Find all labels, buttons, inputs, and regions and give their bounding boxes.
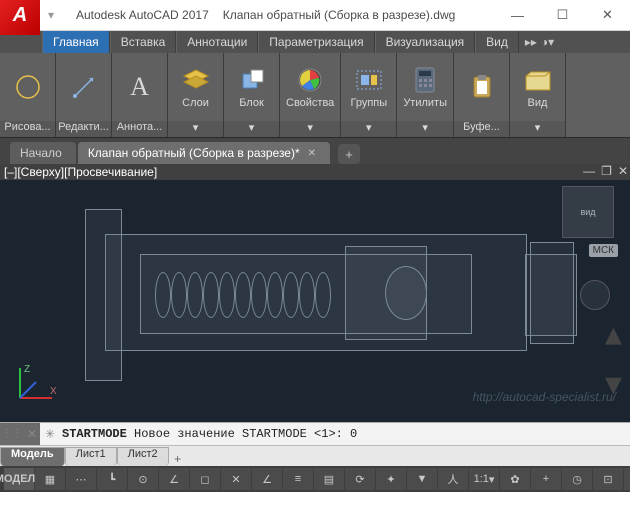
cmd-drag-handle-icon[interactable]: ⋮⋮ bbox=[0, 423, 24, 445]
cmd-close-icon[interactable]: ✕ bbox=[24, 423, 40, 445]
minimize-button[interactable]: — bbox=[495, 1, 540, 30]
command-line[interactable]: ⋮⋮ ✕ ✳ STARTMODE Новое значение STARTMOD… bbox=[0, 422, 630, 445]
text-button[interactable]: A bbox=[121, 70, 159, 104]
panel-block: Блок ▾ bbox=[224, 53, 280, 137]
status-qp-icon[interactable]: ▭ bbox=[624, 468, 630, 490]
maximize-button[interactable]: ☐ bbox=[540, 1, 585, 30]
tab-home[interactable]: Главная bbox=[42, 31, 110, 53]
status-ws-icon[interactable]: + bbox=[531, 468, 561, 490]
vp-minimize-icon[interactable]: — bbox=[583, 164, 595, 178]
file-tab-drawing[interactable]: Клапан обратный (Сборка в разрезе)*✕ bbox=[78, 142, 330, 164]
modify-button[interactable] bbox=[65, 70, 103, 104]
panel-layers: Слои ▾ bbox=[168, 53, 224, 137]
block-button[interactable]: Блок bbox=[233, 63, 271, 111]
status-otrack-icon[interactable]: ∠ bbox=[252, 468, 282, 490]
status-polar-icon[interactable]: ⊙ bbox=[128, 468, 158, 490]
layout-tab-sheet1[interactable]: Лист1 bbox=[65, 447, 117, 466]
panel-draw: Рисова... bbox=[0, 53, 56, 137]
status-annomon-icon[interactable]: ◷ bbox=[562, 468, 592, 490]
ribbon-tabs: Главная Вставка Аннотации Параметризация… bbox=[0, 31, 630, 53]
watermark: http://autocad-specialist.ru/ bbox=[473, 390, 616, 404]
status-filter-icon[interactable]: ▼ bbox=[407, 468, 437, 490]
utilities-button[interactable]: Утилиты bbox=[399, 63, 451, 111]
view-button[interactable]: Вид bbox=[519, 63, 557, 111]
layout-tab-sheet2[interactable]: Лист2 bbox=[117, 447, 169, 466]
status-annoscale-icon[interactable]: 人 bbox=[438, 468, 468, 490]
cmd-prompt-icon: ✳ bbox=[40, 427, 60, 442]
tab-visualize[interactable]: Визуализация bbox=[375, 31, 476, 53]
app-logo[interactable]: A bbox=[0, 0, 40, 35]
tab-parametric[interactable]: Параметризация bbox=[258, 31, 374, 53]
qat-dropdown-icon[interactable]: ▾ bbox=[48, 8, 62, 22]
svg-text:Z: Z bbox=[24, 364, 30, 375]
panel-groups: Группы ▾ bbox=[341, 53, 397, 137]
file-tabs: Начало Клапан обратный (Сборка в разрезе… bbox=[0, 138, 630, 164]
ucs-icon[interactable]: X Z bbox=[10, 362, 56, 408]
status-scale-button[interactable]: 1:1 ▾ bbox=[469, 468, 499, 490]
tab-view[interactable]: Вид bbox=[475, 31, 519, 53]
layout-tab-add[interactable]: + bbox=[169, 452, 187, 466]
layers-button[interactable]: Слои bbox=[177, 63, 215, 111]
command-text[interactable]: STARTMODE Новое значение STARTMODE <1>: … bbox=[60, 427, 630, 441]
close-button[interactable]: ✕ bbox=[585, 1, 630, 30]
layout-tabs: Модель Лист1 Лист2 + bbox=[0, 445, 630, 466]
status-osnap-icon[interactable]: ◻ bbox=[190, 468, 220, 490]
layout-tab-model[interactable]: Модель bbox=[0, 447, 65, 466]
drawing-content bbox=[45, 194, 585, 384]
status-bar: МОДЕЛЬ ▦ ⋯ ┗ ⊙ ∠ ◻ ✕ ∠ ≡ ▤ ⟳ ✦ ▼ 人 1:1 ▾… bbox=[0, 466, 630, 492]
tab-annotate[interactable]: Аннотации bbox=[176, 31, 258, 53]
wcs-label[interactable]: МСК bbox=[589, 244, 618, 257]
status-lwt-icon[interactable]: ≡ bbox=[283, 468, 313, 490]
panel-annotation: A Аннота... bbox=[112, 53, 168, 137]
window-title: Autodesk AutoCAD 2017Клапан обратный (Сб… bbox=[62, 8, 495, 22]
properties-button[interactable]: Свойства bbox=[282, 63, 338, 111]
file-tab-start[interactable]: Начало bbox=[10, 142, 76, 164]
title-bar: A ▾ Autodesk AutoCAD 2017Клапан обратный… bbox=[0, 0, 630, 31]
status-gear-icon[interactable]: ✿ bbox=[500, 468, 530, 490]
viewport-label[interactable]: [–][Сверху][Просвечивание] bbox=[0, 164, 630, 180]
close-icon[interactable]: ✕ bbox=[308, 148, 316, 159]
panel-clipboard: Буфе... bbox=[454, 53, 510, 137]
panel-view: Вид ▾ bbox=[510, 53, 566, 137]
panel-properties: Свойства ▾ bbox=[280, 53, 341, 137]
status-model-button[interactable]: МОДЕЛЬ bbox=[4, 468, 34, 490]
play-icon[interactable]: ▸▸ bbox=[525, 35, 537, 49]
ribbon: Рисова... Редакти... A Аннота... Слои ▾ … bbox=[0, 53, 630, 138]
status-snap-icon[interactable]: ⋯ bbox=[66, 468, 96, 490]
status-ortho-icon[interactable]: ┗ bbox=[97, 468, 127, 490]
vp-close-icon[interactable]: ✕ bbox=[618, 164, 628, 178]
drawing-viewport[interactable]: [–][Сверху][Просвечивание] — ❐ ✕ вид МСК… bbox=[0, 164, 630, 422]
clipboard-button[interactable] bbox=[463, 70, 501, 104]
draw-circle-button[interactable] bbox=[9, 70, 47, 104]
nav-up-icon[interactable]: ▴ bbox=[605, 314, 622, 354]
groups-button[interactable]: Группы bbox=[346, 63, 391, 111]
panel-utilities: Утилиты ▾ bbox=[397, 53, 454, 137]
status-gizmo-icon[interactable]: ✦ bbox=[376, 468, 406, 490]
status-cycle-icon[interactable]: ⟳ bbox=[345, 468, 375, 490]
ribbon-collapse-icon[interactable]: ◑▾ bbox=[541, 35, 554, 49]
vp-restore-icon[interactable]: ❐ bbox=[601, 164, 612, 178]
tab-insert[interactable]: Вставка bbox=[110, 31, 177, 53]
status-units-icon[interactable]: ⊡ bbox=[593, 468, 623, 490]
file-tab-add[interactable]: + bbox=[338, 144, 360, 164]
panel-modify: Редакти... bbox=[56, 53, 112, 137]
status-3dosnap-icon[interactable]: ✕ bbox=[221, 468, 251, 490]
quick-access-toolbar: ▾ bbox=[48, 8, 62, 22]
status-transparency-icon[interactable]: ▤ bbox=[314, 468, 344, 490]
svg-text:X: X bbox=[50, 386, 56, 397]
status-grid-icon[interactable]: ▦ bbox=[35, 468, 65, 490]
status-iso-icon[interactable]: ∠ bbox=[159, 468, 189, 490]
